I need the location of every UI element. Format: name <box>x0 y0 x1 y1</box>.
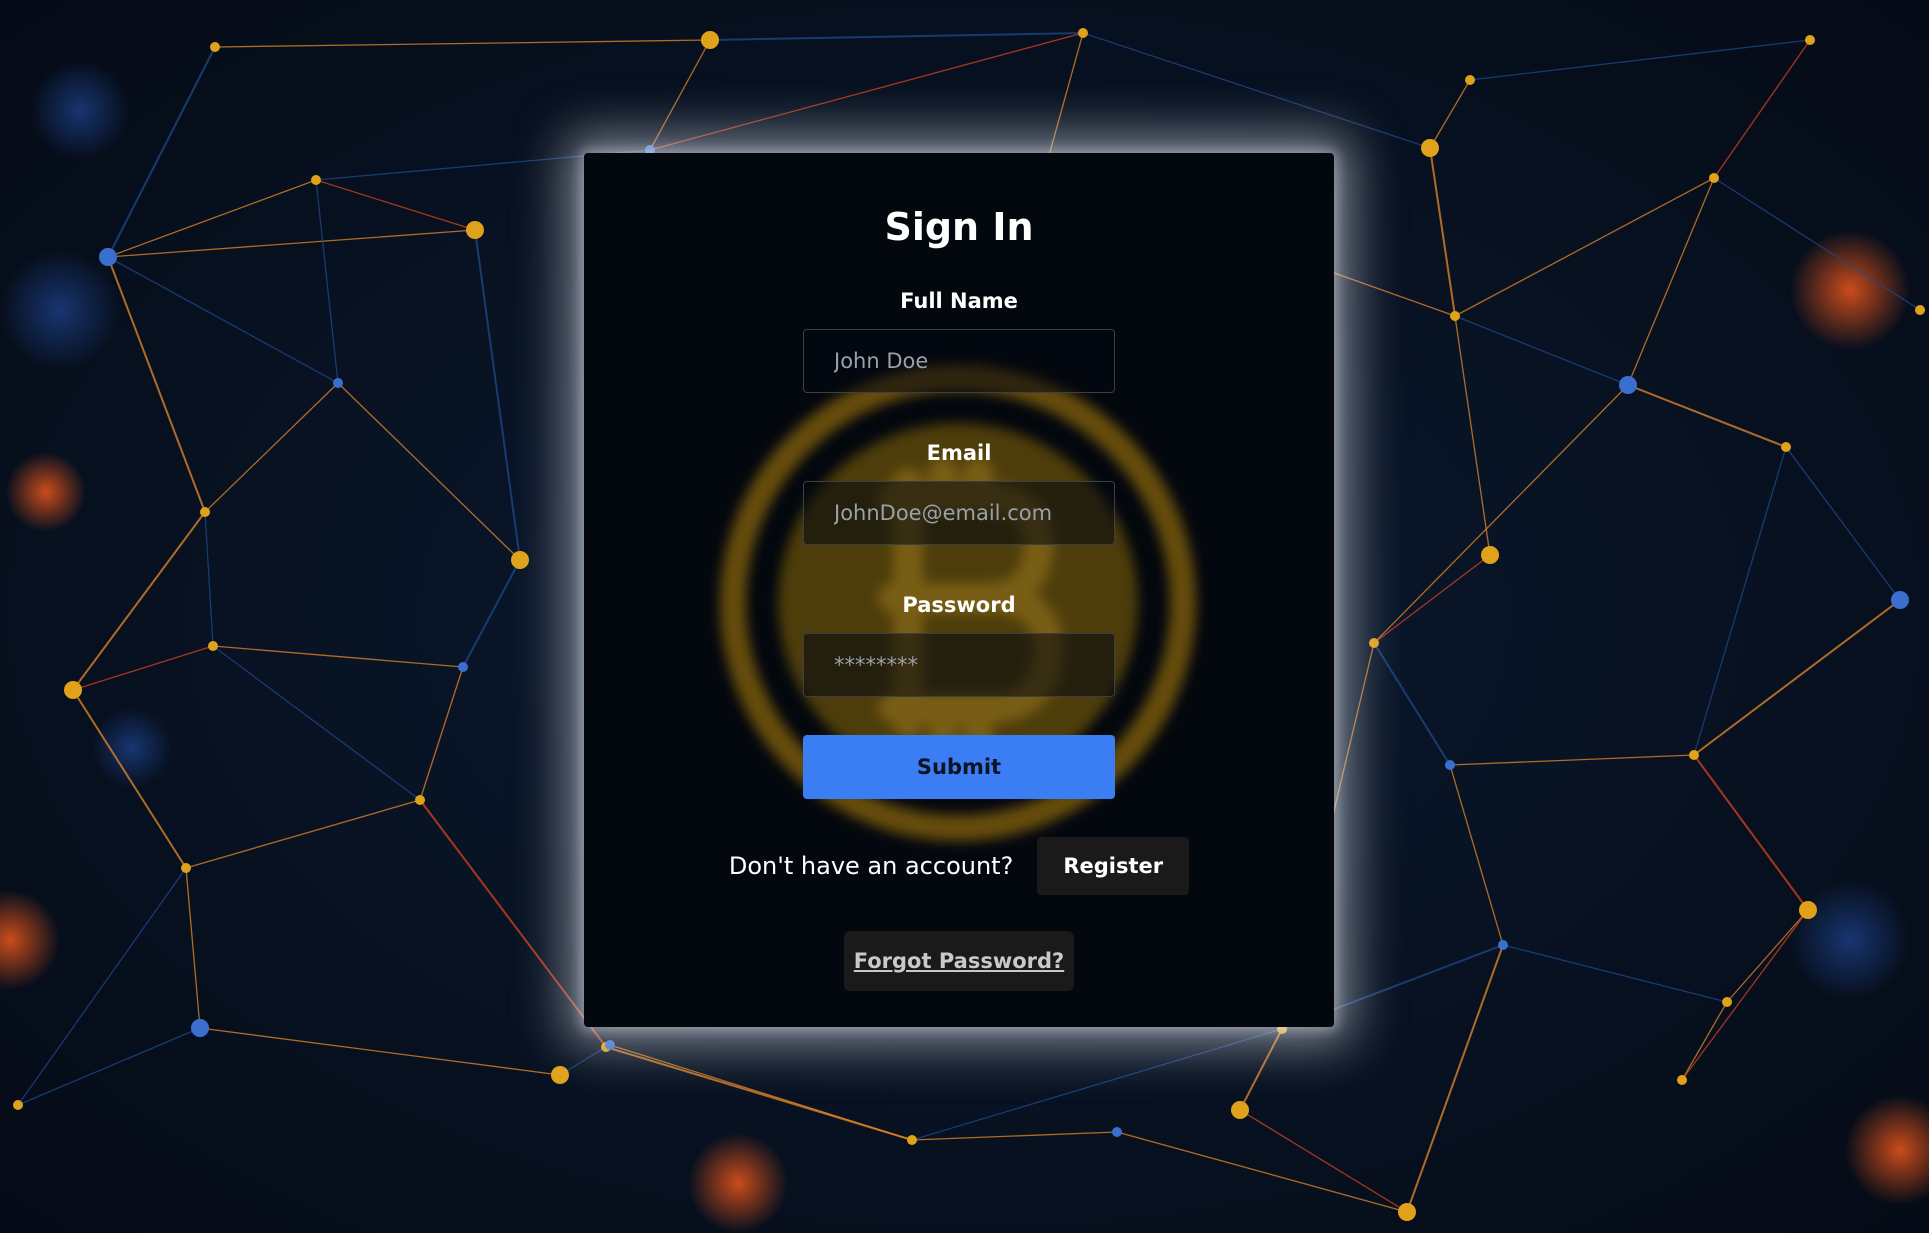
submit-button[interactable]: Submit <box>803 735 1115 799</box>
network-node <box>200 507 210 517</box>
network-node <box>1369 638 1379 648</box>
network-node <box>1398 1203 1416 1221</box>
network-node <box>1709 173 1719 183</box>
sign-in-card: Sign In Full Name Email Password Submit … <box>584 153 1334 1027</box>
network-node <box>210 42 220 52</box>
network-node <box>466 221 484 239</box>
network-node <box>1722 997 1732 1007</box>
network-node <box>1891 591 1909 609</box>
bokeh-glow <box>30 60 130 160</box>
password-input[interactable] <box>803 633 1115 697</box>
network-node <box>1915 305 1925 315</box>
network-node <box>1805 35 1815 45</box>
network-node <box>1498 940 1508 950</box>
network-node <box>605 1040 615 1050</box>
bokeh-glow <box>6 452 86 532</box>
bokeh-glow <box>92 708 172 788</box>
network-node <box>181 863 191 873</box>
network-node <box>1799 901 1817 919</box>
network-node <box>701 31 719 49</box>
network-node <box>551 1066 569 1084</box>
network-node <box>333 378 343 388</box>
network-node <box>1689 750 1699 760</box>
network-node <box>13 1100 23 1110</box>
full-name-label: Full Name <box>900 289 1018 313</box>
network-node <box>1445 760 1455 770</box>
network-node <box>1677 1075 1687 1085</box>
network-node <box>907 1135 917 1145</box>
network-node <box>1112 1127 1122 1137</box>
register-button[interactable]: Register <box>1037 837 1190 895</box>
email-label: Email <box>926 441 992 465</box>
network-node <box>311 175 321 185</box>
password-label: Password <box>902 593 1016 617</box>
forgot-password-button[interactable]: Forgot Password? <box>844 931 1074 991</box>
network-node <box>208 641 218 651</box>
bokeh-glow <box>0 250 120 370</box>
network-node <box>1619 376 1637 394</box>
full-name-input[interactable] <box>803 329 1115 393</box>
bokeh-glow <box>688 1133 788 1233</box>
network-node <box>1231 1101 1249 1119</box>
network-node <box>415 795 425 805</box>
network-node <box>1465 75 1475 85</box>
bokeh-glow <box>1790 230 1910 350</box>
no-account-text: Don't have an account? <box>728 852 1014 880</box>
network-node <box>1781 442 1791 452</box>
network-node <box>64 681 82 699</box>
network-node <box>1421 139 1439 157</box>
bokeh-glow <box>1790 880 1910 1000</box>
network-node <box>1078 28 1088 38</box>
network-node <box>458 662 468 672</box>
network-node <box>511 551 529 569</box>
network-node <box>191 1019 209 1037</box>
email-input[interactable] <box>803 481 1115 545</box>
network-node <box>99 248 117 266</box>
page-title: Sign In <box>884 205 1034 249</box>
network-node <box>1450 311 1460 321</box>
network-node <box>1481 546 1499 564</box>
register-row: Don't have an account? Register <box>584 837 1334 895</box>
